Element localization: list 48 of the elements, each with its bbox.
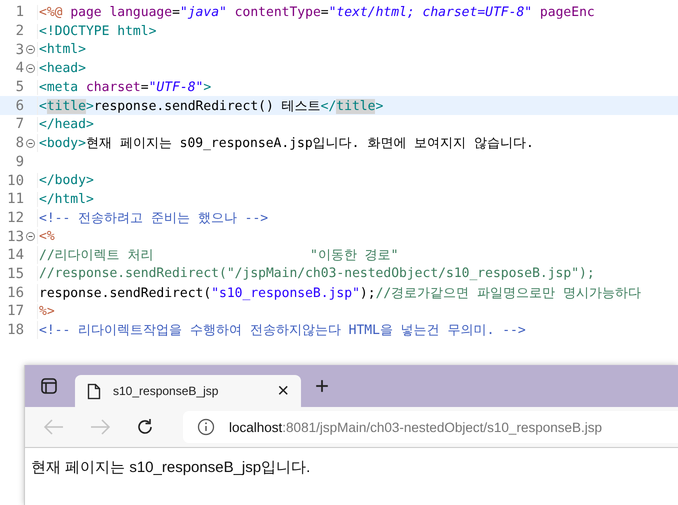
browser-tab[interactable]: s10_responseB_jsp ×	[75, 375, 301, 407]
page-text: 현재 페이지는 s10_responseB_jsp입니다.	[31, 459, 310, 476]
line-number: 18	[6, 322, 24, 338]
code-line: <html>	[37, 42, 86, 58]
code-line: <head>	[37, 60, 86, 76]
line-number: 6	[14, 98, 24, 114]
fold-icon[interactable]	[26, 138, 35, 148]
line-number: 7	[14, 116, 24, 132]
code-line: <body>현재 페이지는 s09_responseA.jsp입니다. 화면에 보여지지 않습니다.	[37, 134, 534, 152]
line-number: 16	[6, 284, 24, 301]
close-icon[interactable]: ×	[277, 380, 289, 402]
line-number: 12	[6, 210, 24, 226]
tab-actions-icon[interactable]	[40, 377, 58, 395]
code-line: //리다이렉트 처리 "이동한 경로"	[37, 246, 398, 264]
address-bar[interactable]: localhost:8081/jspMain/ch03-nestedObject/s10_responseB.jsp	[183, 411, 678, 443]
code-line: </body>	[37, 173, 94, 188]
line-number: 8	[14, 135, 24, 152]
line-number: 15	[6, 266, 24, 282]
reload-icon[interactable]	[135, 417, 155, 437]
line-number: 9	[14, 154, 24, 170]
line-number: 4	[14, 60, 24, 76]
fold-icon[interactable]	[26, 232, 35, 242]
code-line: <title>response.sendRedirect() 테스트</title>	[37, 96, 384, 115]
code-line: </head>	[37, 116, 94, 132]
line-number: 11	[6, 191, 24, 208]
info-icon[interactable]	[197, 418, 215, 436]
fold-icon[interactable]	[26, 64, 35, 73]
line-number: 10	[6, 172, 24, 189]
code-line: response.sendRedirect("s10_responseB.jsp");//경로가같으면 파일명으로만 명시가능하다	[37, 284, 641, 302]
code-line: <%@ page language="java" contentType="text/html; charset=UTF-8" pageEnc	[37, 4, 595, 20]
code-line: </html>	[37, 192, 94, 207]
line-number: 3	[14, 42, 24, 58]
code-line: %>	[37, 304, 55, 319]
code-line: //response.sendRedirect("/jspMain/ch03-nestedObject/s10_resposeB.jsp");	[37, 266, 595, 282]
code-line: <!-- 리다이렉트작업을 수행하여 전송하지않는다 HTML을 넣는건 무의미. -->	[37, 321, 526, 340]
fold-icon[interactable]	[26, 45, 35, 54]
code-line: <meta charset="UTF-8">	[37, 80, 212, 95]
line-number: 13	[6, 228, 24, 245]
code-line: <%	[37, 229, 55, 244]
line-number: 14	[6, 247, 24, 264]
line-number: 17	[6, 303, 24, 320]
new-tab-button[interactable]: +	[315, 373, 330, 401]
code-line: <!-- 전송하려고 준비는 했으나 -->	[37, 208, 268, 227]
line-number: 1	[14, 4, 24, 20]
line-number: 2	[14, 23, 24, 40]
line-number: 5	[14, 79, 24, 96]
code-line: <!DOCTYPE html>	[37, 24, 156, 39]
file-icon	[87, 382, 101, 400]
